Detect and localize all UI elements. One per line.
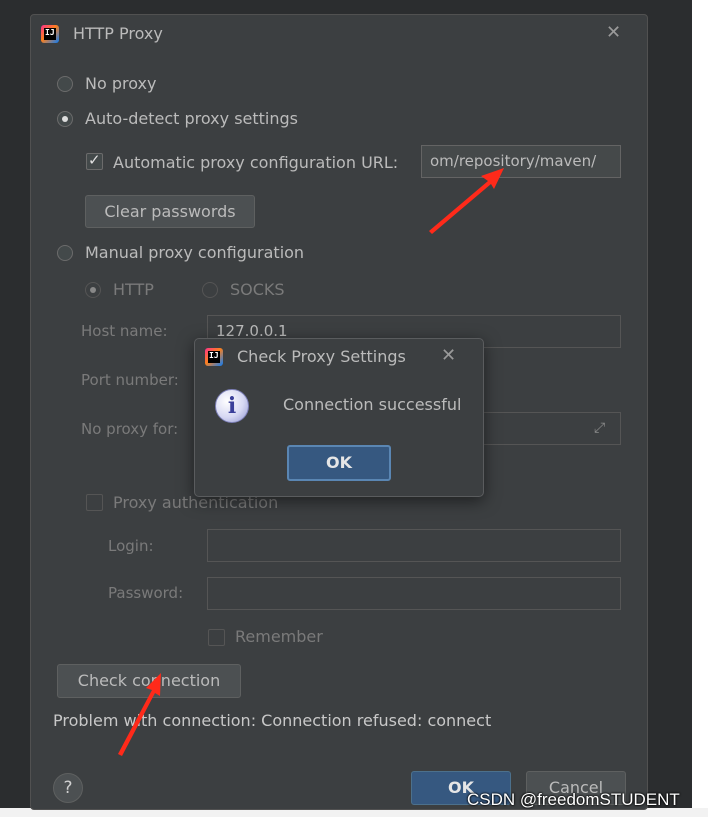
login-field[interactable] [207,529,621,562]
proxy-auth-checkbox[interactable] [86,494,103,511]
no-proxy-radio[interactable] [57,76,73,92]
help-button[interactable]: ? [53,773,83,803]
auto-config-label: Automatic proxy configuration URL: [113,153,399,172]
no-proxy-for-label: No proxy for: [81,420,179,438]
no-proxy-label: No proxy [85,74,157,93]
password-label: Password: [108,584,184,602]
expand-icon[interactable]: ⤢ [594,420,605,436]
popup-title: Check Proxy Settings [237,347,406,366]
popup-message: Connection successful [283,395,462,414]
http-radio[interactable] [85,282,101,298]
password-field[interactable] [207,577,621,610]
info-icon: i [215,389,249,423]
socks-label: SOCKS [230,280,285,299]
host-name-label: Host name: [81,322,168,340]
auto-detect-label: Auto-detect proxy settings [85,109,298,128]
port-number-label: Port number: [81,371,179,389]
socks-radio[interactable] [202,282,218,298]
clear-passwords-button[interactable]: Clear passwords [85,195,255,228]
remember-checkbox[interactable] [208,629,225,646]
remember-label: Remember [235,627,323,646]
annotation-arrow-url [429,168,504,234]
intellij-app-icon: IJ [205,348,223,366]
manual-proxy-radio[interactable] [57,245,73,261]
check-proxy-settings-popup: IJ Check Proxy Settings ✕ i Connection s… [194,338,484,497]
popup-close-icon[interactable]: ✕ [441,345,456,366]
http-label: HTTP [113,280,154,299]
close-icon[interactable]: ✕ [606,22,621,43]
auto-config-checkbox[interactable] [86,151,103,170]
dialog-title: HTTP Proxy [73,24,163,43]
manual-proxy-label: Manual proxy configuration [85,243,305,262]
login-label: Login: [108,537,154,555]
csdn-watermark: CSDN @freedomSTUDENT [467,790,680,809]
annotation-arrow-check [118,673,161,756]
popup-ok-button[interactable]: OK [287,445,391,481]
intellij-app-icon: IJ [41,25,59,43]
auto-detect-radio[interactable] [57,111,73,127]
